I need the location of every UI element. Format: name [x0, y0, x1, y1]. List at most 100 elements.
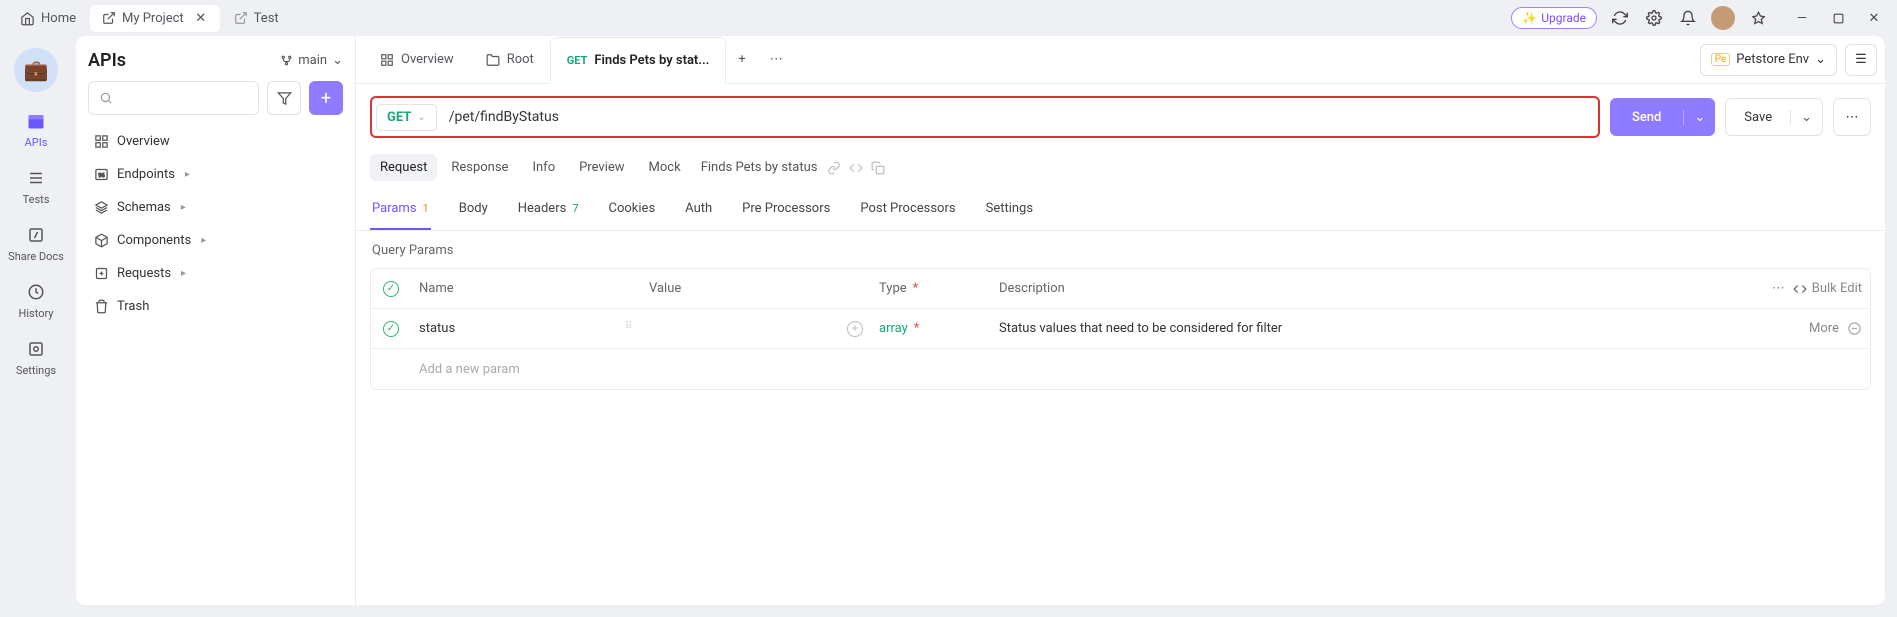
pin-icon[interactable]	[1747, 7, 1769, 29]
left-rail: 💼 APIs Tests Share Docs History Settings	[0, 36, 72, 617]
sidebar-item-endpoints[interactable]: 96 Endpoints ▸	[88, 158, 343, 191]
close-icon[interactable]: ✕	[194, 11, 208, 26]
sidebar-item-overview[interactable]: Overview	[88, 125, 343, 158]
top-tab-test[interactable]: Test	[222, 5, 291, 32]
content-tab-overview[interactable]: Overview	[364, 36, 470, 83]
chevron-down-icon: ⌄	[332, 53, 343, 68]
save-button[interactable]: Save ⌄	[1725, 98, 1823, 136]
param-type-cell[interactable]: array *	[871, 321, 991, 336]
tab-more-button[interactable]: ⋯	[758, 52, 795, 67]
rail-item-tests[interactable]: Tests	[23, 167, 50, 206]
params-count-badge: 1	[423, 202, 429, 215]
url-more-button[interactable]: ⋯	[1833, 98, 1871, 136]
sidebar-item-label: Schemas	[117, 200, 171, 215]
branch-selector[interactable]: main ⌄	[280, 53, 343, 68]
folder-icon	[486, 53, 500, 67]
link-icon[interactable]	[827, 161, 841, 175]
send-label: Send	[1610, 110, 1683, 125]
save-split[interactable]: ⌄	[1790, 110, 1822, 125]
param-desc-cell[interactable]: Status values that need to be considered…	[991, 321, 1700, 336]
refresh-icon[interactable]	[1609, 7, 1631, 29]
check-circle-icon: ✓	[383, 321, 399, 337]
close-window-icon[interactable]: ✕	[1863, 7, 1885, 29]
remove-row-icon[interactable]	[1847, 321, 1862, 336]
content-tab-root[interactable]: Root	[470, 36, 550, 83]
row-actions: More	[1700, 321, 1870, 336]
subtab-response[interactable]: Response	[441, 154, 518, 181]
sidebar-item-components[interactable]: Components ▸	[88, 224, 343, 257]
top-tab-project[interactable]: My Project ✕	[90, 5, 220, 32]
bell-icon[interactable]	[1677, 7, 1699, 29]
sectab-body[interactable]: Body	[457, 193, 490, 230]
rail-label: History	[19, 307, 54, 320]
copy-icon[interactable]	[871, 161, 885, 175]
rail-item-history[interactable]: History	[19, 281, 54, 320]
sidebar-item-requests[interactable]: Requests ▸	[88, 257, 343, 290]
sidebar-title: APIs	[88, 50, 126, 71]
param-value-cell[interactable]: ⠿ +	[641, 321, 871, 337]
schemas-icon	[94, 200, 109, 215]
gear-icon[interactable]	[1643, 7, 1665, 29]
params-add-row[interactable]: Add a new param	[371, 349, 1870, 389]
layers-icon	[25, 167, 47, 189]
subtab-mock[interactable]: Mock	[639, 154, 691, 181]
content-tab-active[interactable]: GET Finds Pets by stat...	[550, 37, 727, 84]
sectab-post[interactable]: Post Processors	[858, 193, 957, 230]
chevron-right-icon: ▸	[185, 169, 190, 180]
avatar[interactable]	[1711, 6, 1735, 30]
panel-menu-button[interactable]: ☰	[1845, 44, 1877, 76]
subtab-info[interactable]: Info	[522, 154, 565, 181]
bulk-edit-button[interactable]: Bulk Edit	[1793, 281, 1862, 296]
sectab-auth[interactable]: Auth	[683, 193, 714, 230]
more-horizontal-icon[interactable]: ⋯	[1772, 281, 1785, 296]
header-value: Value	[641, 281, 871, 296]
request-subtabs: Request Response Info Preview Mock Finds…	[356, 150, 1885, 185]
param-name-cell[interactable]: status	[411, 321, 641, 336]
components-icon	[94, 233, 109, 248]
new-tab-button[interactable]: +	[726, 52, 757, 67]
workspace-logo[interactable]: 💼	[14, 48, 58, 92]
upgrade-button[interactable]: ✨ Upgrade	[1511, 7, 1597, 29]
more-horizontal-icon: ⋯	[770, 52, 783, 67]
url-input[interactable]	[441, 109, 1598, 125]
top-tab-label: Home	[41, 11, 76, 26]
add-button[interactable]: +	[309, 81, 343, 115]
sectab-headers[interactable]: Headers 7	[516, 193, 581, 230]
sectab-settings[interactable]: Settings	[984, 193, 1035, 230]
subtab-request[interactable]: Request	[370, 154, 437, 181]
add-value-icon[interactable]: +	[847, 321, 863, 337]
top-tab-home[interactable]: Home	[8, 5, 88, 32]
plus-icon: +	[738, 52, 745, 67]
search-input[interactable]	[88, 81, 259, 115]
row-check[interactable]: ✓	[371, 321, 411, 337]
row-more-label[interactable]: More	[1809, 321, 1839, 336]
content-area: Overview Root GET Finds Pets by stat... …	[356, 36, 1885, 605]
send-button[interactable]: Send ⌄	[1610, 98, 1715, 136]
drag-handle-icon[interactable]: ⠿	[625, 321, 633, 332]
share-icon	[25, 224, 47, 246]
rail-item-apis[interactable]: APIs	[25, 110, 48, 149]
sidebar-item-schemas[interactable]: Schemas ▸	[88, 191, 343, 224]
filter-button[interactable]	[267, 81, 301, 115]
rail-item-settings[interactable]: Settings	[16, 338, 56, 377]
minimize-icon[interactable]: —	[1791, 7, 1813, 29]
maximize-icon[interactable]	[1827, 7, 1849, 29]
branch-icon	[280, 54, 293, 67]
home-icon	[20, 11, 35, 26]
sectab-cookies[interactable]: Cookies	[607, 193, 658, 230]
code-icon[interactable]	[849, 161, 863, 175]
sectab-pre[interactable]: Pre Processors	[740, 193, 832, 230]
sectab-params[interactable]: Params 1	[370, 193, 431, 230]
sidebar-item-trash[interactable]: Trash	[88, 290, 343, 323]
subtab-preview[interactable]: Preview	[569, 154, 634, 181]
chevron-down-icon: ⌄	[417, 112, 425, 123]
external-icon	[102, 11, 116, 25]
header-check[interactable]: ✓	[371, 281, 411, 297]
rail-item-share[interactable]: Share Docs	[8, 224, 64, 263]
sidebar-header: APIs main ⌄	[88, 50, 343, 71]
method-selector[interactable]: GET ⌄	[376, 104, 437, 131]
send-split[interactable]: ⌄	[1683, 110, 1715, 125]
environment-selector[interactable]: Pe Petstore Env ⌄	[1700, 44, 1837, 76]
titlebar-actions: ✨ Upgrade — ✕	[1511, 6, 1889, 30]
api-name-label: Finds Pets by status	[701, 160, 818, 175]
